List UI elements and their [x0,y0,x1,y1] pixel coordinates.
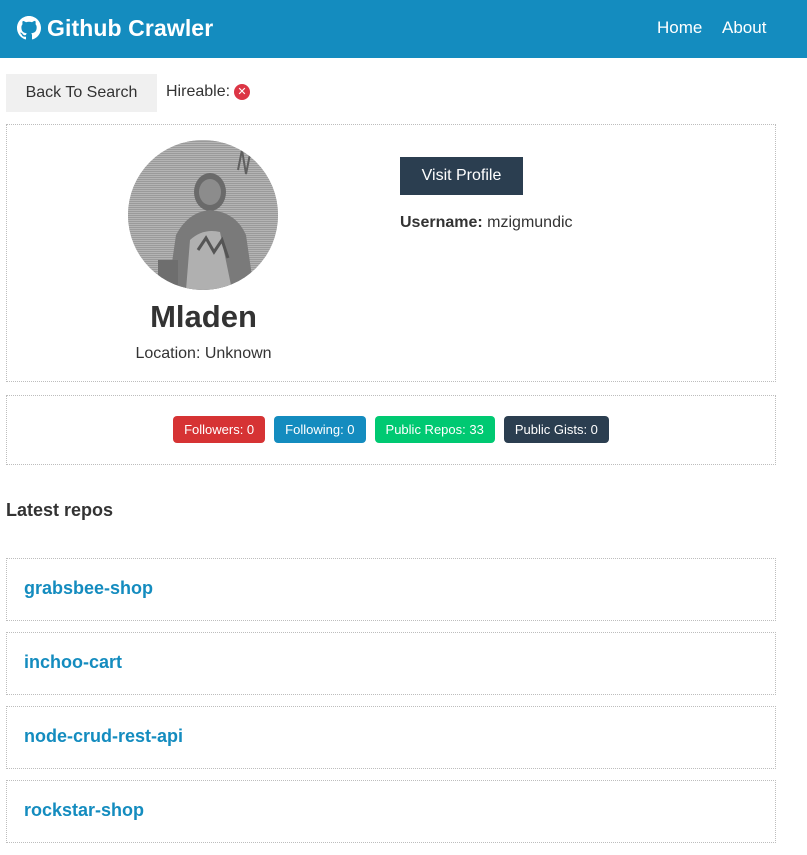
following-badge: Following: 0 [274,416,366,443]
public-gists-badge: Public Gists: 0 [503,416,609,443]
github-icon [17,16,41,40]
hireable-status: Hireable: ✕ [166,83,251,101]
username-value: mzigmundic [487,214,573,231]
hireable-label: Hireable: [166,83,231,100]
repo-link[interactable]: node-crud-rest-api [24,726,183,747]
repo-link[interactable]: grabsbee-shop [24,578,153,599]
avatar [128,140,278,290]
repo-item: node-crud-rest-api [6,706,776,769]
repo-item: grabsbee-shop [6,558,776,621]
stats-card: Followers: 0 Following: 0 Public Repos: … [6,395,776,465]
nav-home-link[interactable]: Home [657,18,702,38]
repo-item: inchoo-cart [6,632,776,695]
profile-card: Mladen Location: Unknown Visit Profile U… [6,124,776,382]
stats-badges: Followers: 0 Following: 0 Public Repos: … [7,416,775,443]
public-repos-badge: Public Repos: 33 [374,416,495,443]
latest-repos-heading: Latest repos [6,500,114,520]
visit-profile-button[interactable]: Visit Profile [400,157,523,195]
username-label: Username: [400,214,483,231]
repo-item: rockstar-shop [6,780,776,843]
navbar: Github Crawler Home About [0,0,807,58]
profile-name: Mladen [150,299,257,334]
repo-link[interactable]: inchoo-cart [24,652,122,673]
followers-badge: Followers: 0 [173,416,266,443]
close-circle-icon: ✕ [234,84,251,100]
nav-about-link[interactable]: About [722,18,766,38]
brand-title: Github Crawler [47,14,214,41]
profile-location: Location: Unknown [135,345,272,362]
username: Username: mzigmundic [400,214,573,232]
brand[interactable]: Github Crawler [17,13,213,43]
repo-link[interactable]: rockstar-shop [24,800,144,821]
back-to-search-button[interactable]: Back To Search [6,74,157,112]
